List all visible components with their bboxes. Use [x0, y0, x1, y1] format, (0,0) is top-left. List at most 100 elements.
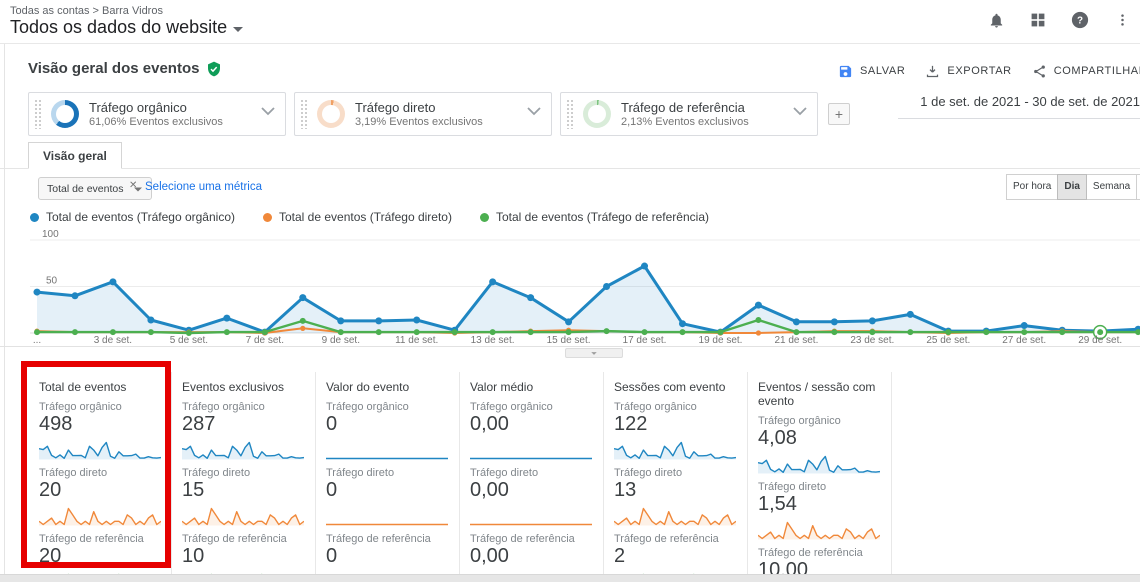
chart-collapse-handle[interactable]	[565, 348, 623, 358]
drag-handle-icon[interactable]	[300, 99, 309, 129]
apps-grid-icon[interactable]	[1028, 10, 1048, 30]
tab-strip: Visão geral	[0, 142, 1140, 169]
export-button[interactable]: EXPORTAR	[925, 64, 1011, 79]
svg-text:...: ...	[33, 335, 41, 346]
metric-value: 0,00	[470, 413, 595, 436]
sparkline-flat	[470, 504, 592, 526]
svg-text:27 de set.: 27 de set.	[1002, 335, 1046, 346]
main-chart[interactable]: 10050...3 de set.5 de set.7 de set.9 de …	[0, 230, 1140, 360]
donut-chart-icon	[583, 100, 611, 128]
date-range-selector[interactable]: 1 de set. de 2021 - 30 de set. de 2021	[898, 94, 1140, 119]
card-total-de-eventos: Total de eventos Tráfego orgânico 498 Tr…	[28, 372, 172, 582]
sparkline-direct	[614, 504, 736, 526]
segment-card-organic[interactable]: Tráfego orgânico 61,06% Eventos exclusiv…	[28, 92, 286, 136]
legend-item-referral: Total de eventos (Tráfego de referência)	[480, 210, 709, 224]
segment-title: Tráfego de referência	[621, 100, 749, 115]
svg-text:5 de set.: 5 de set.	[170, 335, 208, 346]
granularity-semana[interactable]: Semana	[1086, 174, 1137, 200]
chevron-down-icon	[233, 27, 243, 32]
page-title: Visão geral dos eventos	[28, 60, 222, 77]
svg-text:11 de set.: 11 de set.	[395, 335, 438, 346]
svg-text:100: 100	[42, 230, 59, 240]
donut-chart-icon	[317, 100, 345, 128]
svg-text:23 de set.: 23 de set.	[850, 335, 894, 346]
chart-legend: Total de eventos (Tráfego orgânico) Tota…	[30, 210, 709, 224]
svg-text:3 de set.: 3 de set.	[94, 335, 132, 346]
card-title: Total de eventos	[39, 380, 163, 394]
svg-text:50: 50	[46, 276, 58, 287]
chevron-down-icon[interactable]	[793, 107, 807, 116]
legend-dot-green	[480, 213, 489, 222]
share-icon	[1032, 64, 1047, 79]
metric-value: 498	[39, 413, 163, 436]
card-title: Eventos / sessão com evento	[758, 380, 883, 408]
donut-chart-icon	[51, 100, 79, 128]
legend-dot-orange	[263, 213, 272, 222]
segment-card-referral[interactable]: Tráfego de referência 2,13% Eventos excl…	[560, 92, 818, 136]
segment-title: Tráfego orgânico	[89, 100, 223, 115]
drag-handle-icon[interactable]	[566, 99, 575, 129]
metric-value: 0	[326, 479, 451, 502]
granularity-por-hora[interactable]: Por hora	[1006, 174, 1058, 200]
share-button[interactable]: COMPARTILHAR	[1032, 64, 1140, 79]
metric-value: 13	[614, 479, 739, 502]
sparkline-flat	[470, 438, 592, 460]
svg-text:19 de set.: 19 de set.	[699, 335, 743, 346]
card-title: Eventos exclusivos	[182, 380, 307, 394]
svg-text:7 de set.: 7 de set.	[246, 335, 284, 346]
legend-item-direct: Total de eventos (Tráfego direto)	[263, 210, 452, 224]
segment-subtitle: 3,19% Eventos exclusivos	[355, 116, 483, 128]
drag-handle-icon[interactable]	[34, 99, 43, 129]
add-segment-button[interactable]: +	[828, 103, 850, 125]
card-title: Sessões com evento	[614, 380, 739, 394]
property-selector[interactable]: Todos os dados do website	[10, 17, 243, 38]
help-icon[interactable]: ?	[1070, 10, 1090, 30]
card-title: Valor médio	[470, 380, 595, 394]
more-vertical-icon[interactable]	[1112, 10, 1132, 30]
metric-value: 0	[326, 413, 451, 436]
metric-value: 10	[182, 545, 307, 568]
metric-value: 0,00	[470, 545, 595, 568]
select-metric-link[interactable]: Selecione uma métrica	[145, 181, 262, 193]
svg-text:?: ?	[1077, 16, 1083, 27]
sparkline-direct	[39, 504, 161, 526]
chart-divider	[0, 346, 1140, 347]
granularity-dia[interactable]: Dia	[1057, 174, 1087, 200]
segment-subtitle: 61,06% Eventos exclusivos	[89, 116, 223, 128]
verified-shield-icon	[206, 61, 222, 77]
metric-value: 0	[326, 545, 451, 568]
card-valor-medio: Valor médio Tráfego orgânico 0,00 Tráfeg…	[460, 372, 604, 582]
svg-text:15 de set.: 15 de set.	[547, 335, 591, 346]
metric-value: 2	[614, 545, 739, 568]
segment-card-direct[interactable]: Tráfego direto 3,19% Eventos exclusivos	[294, 92, 552, 136]
card-sessoes-com-evento: Sessões com evento Tráfego orgânico 122 …	[604, 372, 748, 582]
svg-text:25 de set.: 25 de set.	[926, 335, 970, 346]
svg-text:17 de set.: 17 de set.	[623, 335, 667, 346]
metric-value: 20	[39, 545, 163, 568]
sparkline-organic	[614, 438, 736, 460]
svg-text:29 de set.: 29 de set.	[1078, 335, 1122, 346]
breadcrumb[interactable]: Todas as contas > Barra Vidros	[10, 5, 163, 17]
tab-visao-geral[interactable]: Visão geral	[28, 142, 122, 169]
legend-item-organic: Total de eventos (Tráfego orgânico)	[30, 210, 235, 224]
chevron-down-icon[interactable]	[261, 107, 275, 116]
sparkline-direct	[758, 518, 880, 540]
save-button[interactable]: SALVAR	[838, 64, 905, 79]
sparkline-flat	[326, 504, 448, 526]
metric-value: 4,08	[758, 427, 883, 450]
remove-metric-icon[interactable]: ✕	[129, 180, 137, 191]
horizontal-scrollbar[interactable]	[0, 574, 1140, 582]
metric-value: 122	[614, 413, 739, 436]
download-icon	[925, 64, 940, 79]
card-eventos-exclusivos: Eventos exclusivos Tráfego orgânico 287 …	[172, 372, 316, 582]
sparkline-organic	[758, 452, 880, 474]
bell-icon[interactable]	[986, 10, 1006, 30]
granularity-mes[interactable]: Mês	[1136, 174, 1140, 200]
svg-text:13 de set.: 13 de set.	[471, 335, 515, 346]
chevron-down-icon[interactable]	[527, 107, 541, 116]
sparkline-organic	[182, 438, 304, 460]
card-valor-do-evento: Valor do evento Tráfego orgânico 0 Tráfe…	[316, 372, 460, 582]
property-title: Todos os dados do website	[10, 17, 227, 38]
sparkline-direct	[182, 504, 304, 526]
summary-cards: Total de eventos Tráfego orgânico 498 Tr…	[28, 372, 892, 582]
